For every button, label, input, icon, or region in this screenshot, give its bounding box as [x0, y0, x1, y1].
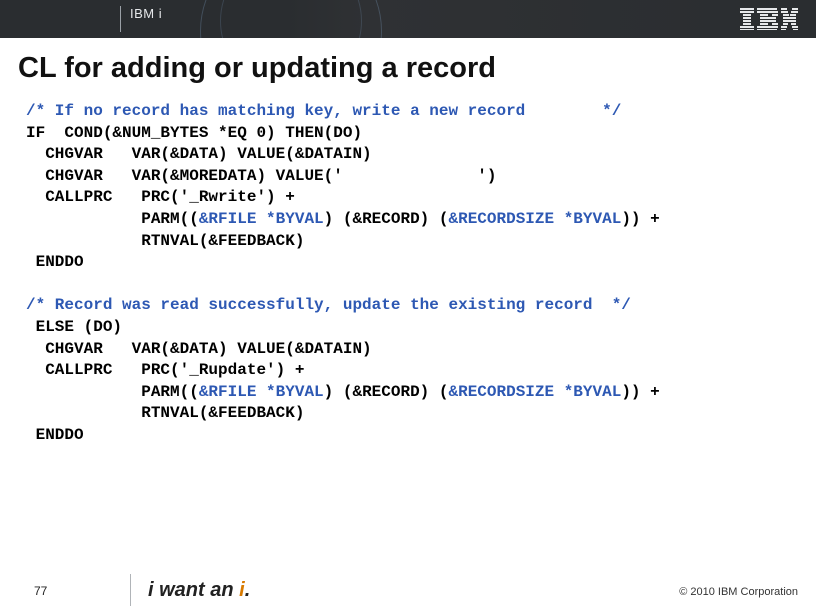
product-label-suffix: i [159, 6, 162, 21]
product-label-prefix: IBM [130, 6, 155, 21]
ibm-logo-icon [740, 8, 798, 30]
code-param: &RECORDSIZE *BYVAL [448, 383, 621, 401]
tagline: i want an i. [148, 579, 250, 602]
code-line: ) (&RECORD) ( [324, 383, 449, 401]
code-param: &RFILE *BYVAL [199, 383, 324, 401]
code-line: ) (&RECORD) ( [324, 210, 449, 228]
slide-header: IBM i [0, 0, 816, 38]
copyright: © 2010 IBM Corporation [679, 586, 798, 598]
code-line: IF COND(&NUM_BYTES *EQ 0) THEN(DO) [26, 124, 362, 142]
code-comment-2: /* Record was read successfully, update … [26, 296, 631, 314]
code-line: CHGVAR VAR(&DATA) VALUE(&DATAIN) [26, 145, 372, 163]
code-comment-1: /* If no record has matching key, write … [26, 102, 621, 120]
code-line: RTNVAL(&FEEDBACK) [26, 232, 304, 250]
code-line: ENDDO [26, 253, 84, 271]
product-label: IBM i [130, 6, 162, 21]
footer-divider [130, 574, 131, 606]
code-line: )) + [621, 383, 659, 401]
header-divider [120, 6, 121, 32]
code-line: CHGVAR VAR(&DATA) VALUE(&DATAIN) [26, 340, 372, 358]
swirl-decoration [200, 0, 420, 38]
code-line: RTNVAL(&FEEDBACK) [26, 404, 304, 422]
tagline-suffix: . [245, 579, 251, 601]
code-line: CALLPRC PRC('_Rupdate') + [26, 361, 304, 379]
code-param: &RECORDSIZE *BYVAL [448, 210, 621, 228]
code-line: CHGVAR VAR(&MOREDATA) VALUE(' ') [26, 167, 496, 185]
code-line: PARM(( [26, 210, 199, 228]
slide-footer: 77 i want an i. © 2010 IBM Corporation [0, 566, 816, 612]
page-number: 77 [34, 584, 47, 598]
code-param: &RFILE *BYVAL [199, 210, 324, 228]
code-line: ENDDO [26, 426, 84, 444]
tagline-prefix: i want an [148, 579, 239, 601]
code-block: /* If no record has matching key, write … [0, 91, 816, 447]
code-line: CALLPRC PRC('_Rwrite') + [26, 188, 295, 206]
code-line: PARM(( [26, 383, 199, 401]
code-line: )) + [621, 210, 659, 228]
code-line: ELSE (DO) [26, 318, 122, 336]
slide-title: CL for adding or updating a record [0, 38, 816, 91]
slide: IBM i CL f [0, 0, 816, 612]
